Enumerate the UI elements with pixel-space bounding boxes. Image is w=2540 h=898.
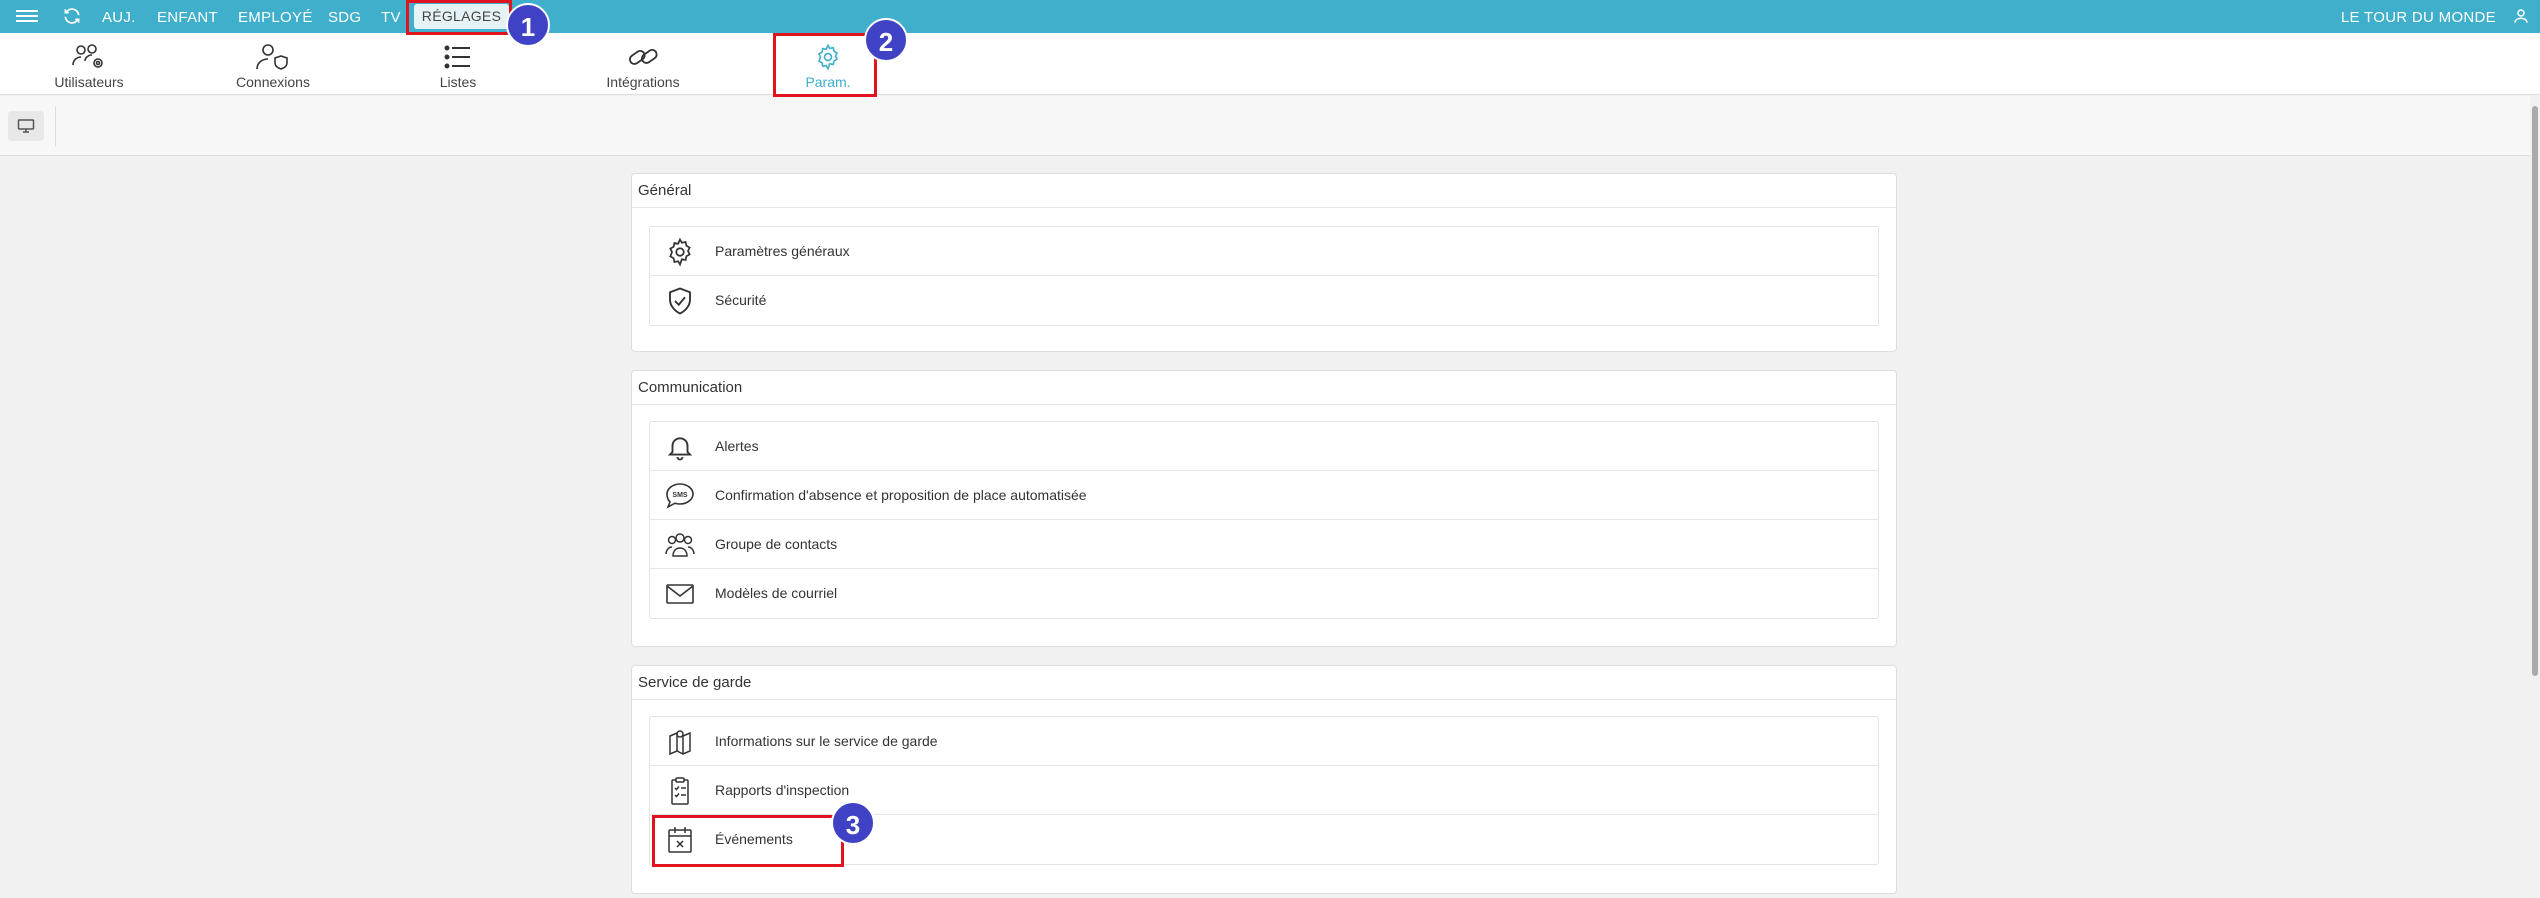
list-item-label: Paramètres généraux [715,243,850,259]
subnav-item-lists[interactable]: Listes [388,43,528,90]
subnav-item-users[interactable]: Utilisateurs [19,43,159,90]
subnav-label: Connexions [236,74,310,90]
settings-list: Paramètres généraux Sécurité [649,226,1879,326]
nav-item-employee[interactable]: EMPLOYÉ [238,9,313,26]
toolbar-divider [55,106,56,146]
callout-badge-3: 3 [831,801,875,845]
callout-badge-1: 1 [506,3,550,47]
nav-item-sdg[interactable]: SDG [328,9,361,26]
highlight-params-tab [773,33,877,97]
svg-text:SMS: SMS [672,492,688,499]
section-title: Général [632,174,1896,208]
section-communication: Communication Alertes SMS Confirmation d… [631,370,1897,647]
sms-bubble-icon: SMS [666,483,694,509]
users-gear-icon [72,44,103,68]
section-title: Communication [632,371,1896,405]
link-icon [629,49,658,65]
subnav-item-connections[interactable]: Connexions [203,43,343,90]
list-item-label: Modèles de courriel [715,585,838,601]
clipboard-check-icon [671,777,689,805]
view-toolbar [0,96,2540,156]
desktop-view-button[interactable] [8,111,44,141]
organization-name[interactable]: LE TOUR DU MONDE [2341,9,2496,26]
list-icon [444,45,470,69]
list-item-inspection-reports[interactable]: Rapports d'inspection [650,766,1878,815]
list-item-absence-confirmation[interactable]: SMS Confirmation d'absence et propositio… [650,471,1878,520]
envelope-icon [666,584,694,604]
list-item-label: Confirmation d'absence et proposition de… [715,487,1087,503]
settings-list: Alertes SMS Confirmation d'absence et pr… [649,421,1879,619]
list-item-general-settings[interactable]: Paramètres généraux [650,227,1878,276]
subnav-item-integrations[interactable]: Intégrations [573,43,713,90]
list-item-label: Alertes [715,438,759,454]
user-icon[interactable] [2512,7,2530,25]
callout-badge-2: 2 [864,18,908,62]
list-item-security[interactable]: Sécurité [650,276,1878,325]
list-item-childcare-info[interactable]: Informations sur le service de garde [650,717,1878,766]
group-icon [665,533,695,557]
nav-item-today[interactable]: AUJ. [102,9,136,26]
list-item-email-templates[interactable]: Modèles de courriel [650,569,1878,618]
list-item-label: Rapports d'inspection [715,782,850,798]
gear-icon [669,237,691,267]
monitor-icon [17,119,35,133]
nav-item-child[interactable]: ENFANT [157,9,218,26]
nav-item-tv[interactable]: TV [381,9,401,26]
map-pin-icon [669,730,691,756]
subnav-label: Intégrations [606,74,680,90]
highlight-settings-tab [406,0,512,35]
list-item-alerts[interactable]: Alertes [650,422,1878,471]
list-item-label: Informations sur le service de garde [715,733,938,749]
subnav-label: Utilisateurs [54,74,124,90]
shield-check-icon [669,287,691,315]
list-item-label: Groupe de contacts [715,536,838,552]
subnav-label: Listes [439,74,477,90]
highlight-events-item [652,815,844,867]
refresh-icon[interactable] [62,6,82,26]
page-scrollbar[interactable] [2530,96,2540,898]
scrollbar-thumb[interactable] [2532,106,2538,676]
settings-subnav: Utilisateurs Connexions Listes Intégrati… [0,33,2540,95]
top-nav-bar: AUJ. ENFANT EMPLOYÉ SDG TV RÉGLAGES LE T… [0,0,2540,33]
section-title: Service de garde [632,666,1896,700]
section-general: Général Paramètres généraux Sécurité [631,173,1897,352]
user-shield-icon [256,44,288,70]
list-item-label: Sécurité [715,292,767,308]
bell-icon [667,437,693,461]
list-item-contact-group[interactable]: Groupe de contacts [650,520,1878,569]
hamburger-menu-icon[interactable] [16,7,38,25]
